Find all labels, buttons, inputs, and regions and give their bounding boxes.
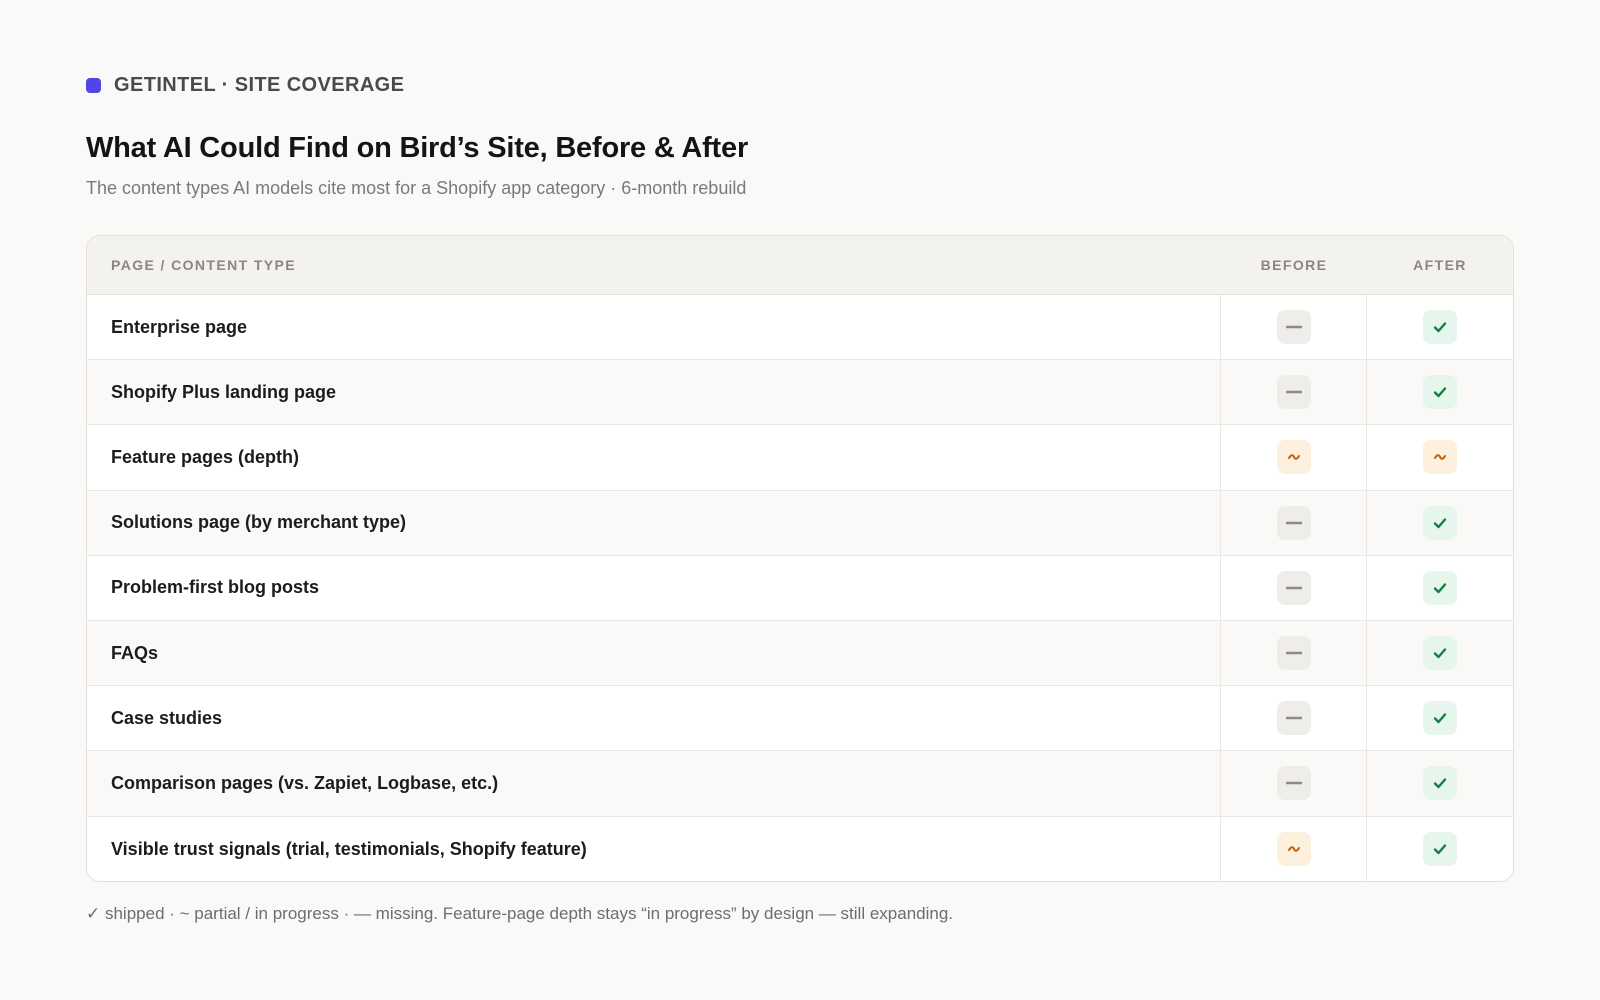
after-status-cell: [1367, 425, 1513, 489]
shipped-badge: [1423, 375, 1457, 410]
after-status-cell: [1367, 751, 1513, 815]
dash-icon: [1285, 390, 1302, 394]
after-status-cell: [1367, 817, 1513, 882]
content-type-label: Enterprise page: [87, 295, 1221, 360]
coverage-table: PAGE / CONTENT TYPE BEFORE AFTER Enterpr…: [86, 235, 1514, 882]
brand-header: GETINTEL · SITE COVERAGE: [86, 74, 404, 97]
check-icon: [1432, 319, 1448, 335]
after-status-cell: [1367, 621, 1513, 685]
missing-badge: [1276, 375, 1311, 410]
check-icon: [1432, 710, 1448, 726]
tilde-icon: [1433, 452, 1447, 462]
dash-icon: [1285, 325, 1302, 329]
dash-icon: [1285, 716, 1302, 720]
check-icon: [1432, 580, 1448, 596]
page-subtitle: The content types AI models cite most fo…: [86, 178, 747, 198]
check-icon: [1432, 775, 1448, 791]
table-row: Comparison pages (vs. Zapiet, Logbase, e…: [87, 751, 1513, 817]
after-status-cell: [1367, 686, 1513, 750]
table-row: Feature pages (depth): [87, 425, 1513, 491]
table-row: Visible trust signals (trial, testimonia…: [87, 816, 1513, 882]
tilde-icon: [1287, 452, 1301, 462]
missing-badge: [1276, 766, 1311, 801]
dash-icon: [1285, 521, 1302, 525]
partial-badge: [1276, 440, 1311, 475]
brand-square-icon: [86, 78, 101, 93]
before-status-cell: [1221, 490, 1367, 555]
content-type-label: Comparison pages (vs. Zapiet, Logbase, e…: [87, 751, 1221, 816]
content-type-label: Case studies: [87, 686, 1221, 751]
table-row: Case studies: [87, 686, 1513, 752]
content-type-label: FAQs: [87, 620, 1221, 686]
before-status-cell: [1221, 816, 1367, 881]
table-row: FAQs: [87, 620, 1513, 687]
check-icon: [1432, 384, 1448, 400]
missing-badge: [1276, 570, 1311, 605]
content-type-label: Visible trust signals (trial, testimonia…: [87, 816, 1221, 881]
column-header-type: PAGE / CONTENT TYPE: [111, 257, 297, 273]
shipped-badge: [1423, 570, 1457, 605]
table-row: Enterprise page: [87, 295, 1513, 361]
missing-badge: [1276, 310, 1311, 345]
check-icon: [1432, 841, 1448, 857]
partial-badge: [1276, 832, 1311, 867]
content-type-label: Problem-first blog posts: [87, 555, 1221, 620]
check-icon: [1432, 515, 1448, 531]
column-header-after: AFTER: [1413, 257, 1467, 273]
before-status-cell: [1221, 425, 1367, 490]
partial-badge: [1423, 440, 1457, 475]
before-status-cell: [1221, 555, 1367, 620]
content-type-label: Shopify Plus landing page: [87, 360, 1221, 425]
column-header-before: BEFORE: [1260, 257, 1328, 273]
dash-icon: [1285, 651, 1302, 655]
before-status-cell: [1221, 686, 1367, 751]
dash-icon: [1285, 586, 1302, 590]
shipped-badge: [1423, 766, 1457, 801]
missing-badge: [1276, 505, 1311, 540]
brand-label: GETINTEL · SITE COVERAGE: [114, 74, 405, 96]
missing-badge: [1276, 701, 1311, 736]
table-row: Solutions page (by merchant type): [87, 490, 1513, 556]
shipped-badge: [1423, 832, 1457, 867]
before-status-cell: [1221, 620, 1367, 686]
table-row: Problem-first blog posts: [87, 555, 1513, 621]
table-row: Shopify Plus landing page: [87, 360, 1513, 426]
after-status-cell: [1367, 556, 1513, 620]
shipped-badge: [1423, 505, 1457, 540]
legend-footnote: ✓ shipped · ~ partial / in progress · — …: [86, 904, 954, 923]
content-type-label: Solutions page (by merchant type): [87, 490, 1221, 555]
table-header: PAGE / CONTENT TYPE BEFORE AFTER: [87, 236, 1513, 295]
after-status-cell: [1367, 360, 1513, 424]
dash-icon: [1285, 781, 1302, 785]
tilde-icon: [1287, 844, 1301, 854]
shipped-badge: [1423, 636, 1457, 671]
before-status-cell: [1221, 751, 1367, 816]
page-title: What AI Could Find on Bird’s Site, Befor…: [86, 132, 749, 164]
shipped-badge: [1423, 701, 1457, 736]
shipped-badge: [1423, 310, 1457, 345]
missing-badge: [1276, 636, 1311, 671]
check-icon: [1432, 645, 1448, 661]
before-status-cell: [1221, 360, 1367, 425]
content-type-label: Feature pages (depth): [87, 425, 1221, 490]
before-status-cell: [1221, 295, 1367, 360]
after-status-cell: [1367, 295, 1513, 359]
after-status-cell: [1367, 491, 1513, 555]
table-body: Enterprise page Shopify Plus landing page…: [87, 295, 1513, 882]
